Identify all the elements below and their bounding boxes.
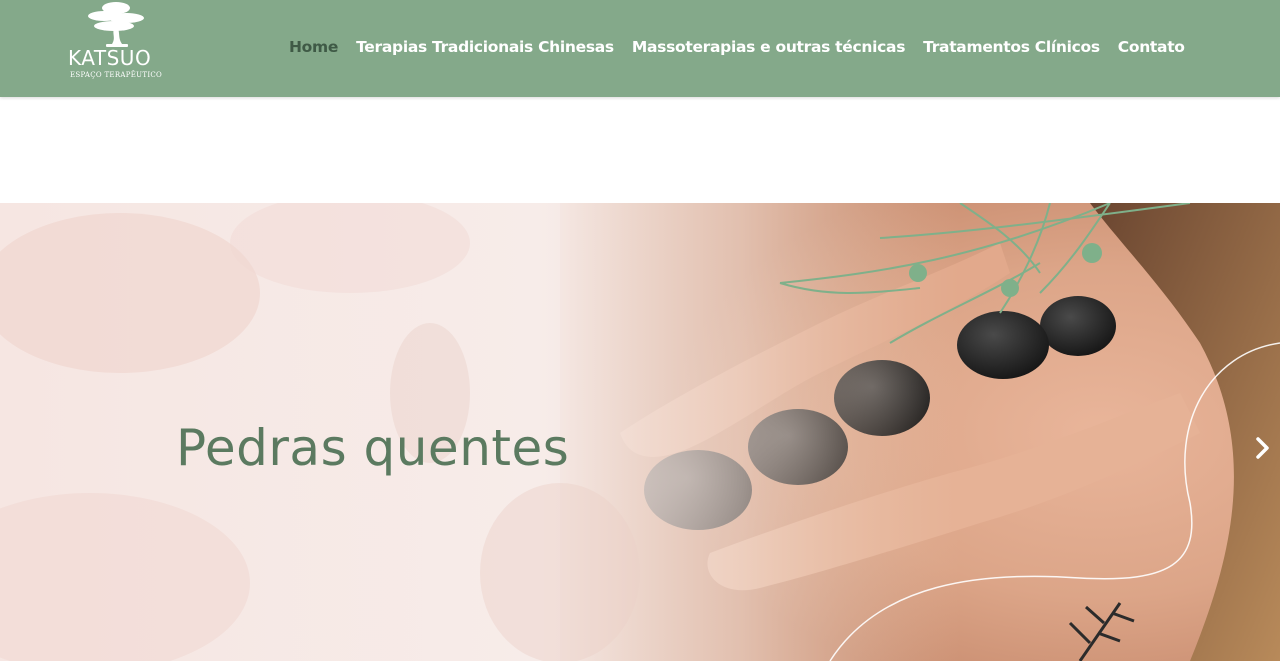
nav-item-terapias-tradicionais-chinesas[interactable]: Terapias Tradicionais Chinesas xyxy=(356,36,614,58)
nav-item-tratamentos-clinicos[interactable]: Tratamentos Clínicos xyxy=(923,36,1100,58)
main-nav: Home Terapias Tradicionais Chinesas Mass… xyxy=(289,36,1185,58)
bonsai-tree-icon xyxy=(88,2,144,47)
hero-slider: Pedras quentes xyxy=(0,203,1280,661)
nav-item-contato[interactable]: Contato xyxy=(1118,36,1185,58)
site-header: KATSUO ESPAÇO TERAPÊUTICO Home Terapias … xyxy=(0,0,1280,97)
slider-next-button[interactable] xyxy=(1250,433,1276,463)
chevron-right-icon xyxy=(1256,437,1269,459)
katsuo-logo[interactable]: KATSUO ESPAÇO TERAPÊUTICO xyxy=(66,0,170,84)
brand-name: KATSUO xyxy=(68,46,152,70)
nav-item-home[interactable]: Home xyxy=(289,36,338,58)
nav-item-massoterapias[interactable]: Massoterapias e outras técnicas xyxy=(632,36,906,58)
brand-tagline: ESPAÇO TERAPÊUTICO xyxy=(70,71,163,79)
hero-title: Pedras quentes xyxy=(176,419,570,477)
